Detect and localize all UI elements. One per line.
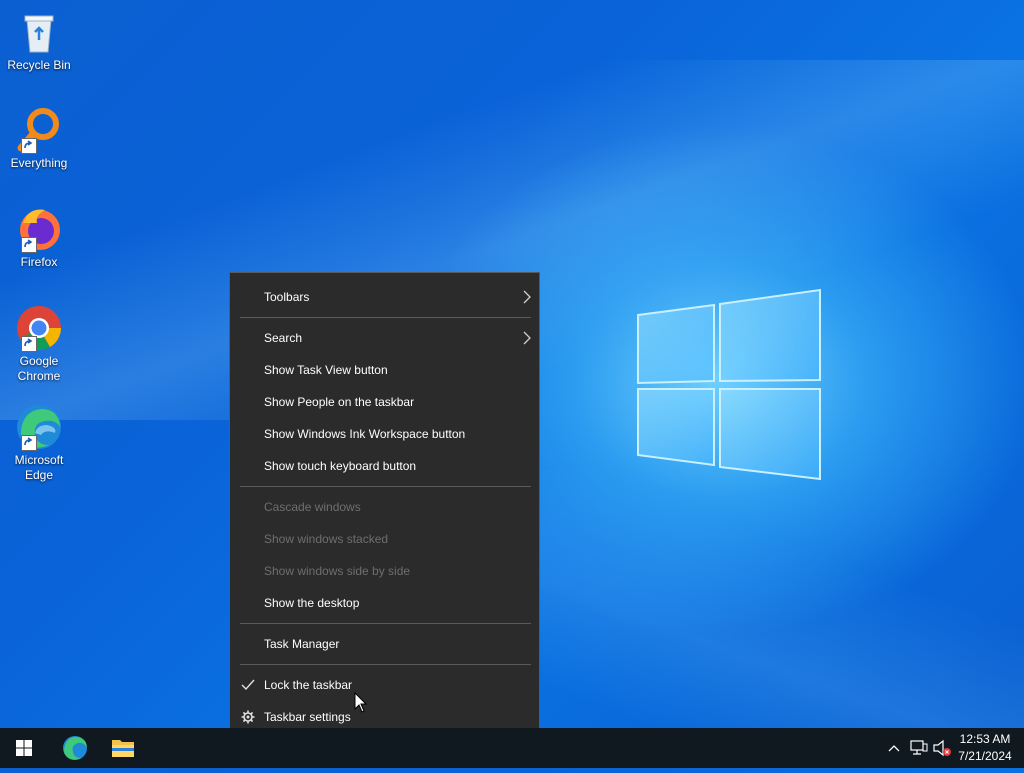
desktop-icon-label: Microsoft [14, 453, 64, 467]
menu-separator [240, 317, 531, 318]
menu-item-show-people[interactable]: Show People on the taskbar [230, 386, 539, 418]
recycle-bin-icon [15, 8, 63, 56]
menu-item-show-task-view-button[interactable]: Show Task View button [230, 354, 539, 386]
menu-item-show-touch-keyboard[interactable]: Show touch keyboard button [230, 450, 539, 482]
windows-logo-wallpaper [637, 288, 821, 481]
shortcut-arrow-icon [21, 138, 37, 154]
desktop-icon-label: Chrome [17, 369, 61, 383]
menu-item-show-the-desktop[interactable]: Show the desktop [230, 587, 539, 619]
desktop-icon-everything[interactable]: Everything [4, 106, 74, 171]
desktop-icon-label: Google [19, 354, 59, 368]
menu-item-show-windows-side-by-side: Show windows side by side [264, 564, 411, 578]
shortcut-arrow-icon [21, 237, 37, 253]
menu-separator [240, 486, 531, 487]
desktop-icon-label: Firefox [20, 255, 58, 269]
menu-item-task-manager[interactable]: Task Manager [230, 628, 539, 660]
desktop-icon-label: Edge [24, 468, 54, 482]
chrome-icon [15, 304, 63, 352]
desktop-icon-recycle-bin[interactable]: Recycle Bin [4, 8, 74, 73]
taskbar: 12:53 AM 7/21/2024 [0, 728, 1024, 768]
menu-item-cascade-windows: Cascade windows [264, 500, 361, 514]
taskbar-file-explorer-button[interactable] [99, 728, 147, 768]
network-icon [910, 740, 928, 755]
clock-time: 12:53 AM [959, 732, 1011, 746]
mouse-cursor-icon [354, 692, 368, 713]
start-button[interactable] [0, 728, 48, 768]
file-explorer-icon [112, 740, 134, 757]
edge-icon [63, 736, 87, 760]
desktop-icon-firefox[interactable]: Firefox [4, 205, 74, 270]
chevron-up-icon [888, 745, 900, 752]
start-icon [16, 740, 32, 756]
menu-item-show-windows-ink[interactable]: Show Windows Ink Workspace button [230, 418, 539, 450]
desktop-icon-label: Everything [10, 156, 68, 170]
checkmark-icon [241, 679, 255, 691]
everything-search-icon [15, 106, 63, 154]
taskbar-context-menu: Toolbars Search Show Task View button Sh… [229, 272, 540, 740]
gear-icon [241, 710, 255, 724]
chevron-right-icon [523, 331, 531, 345]
chevron-right-icon [523, 290, 531, 304]
taskbar-clock[interactable]: 12:53 AM 7/21/2024 [950, 731, 1020, 765]
menu-item-lock-the-taskbar[interactable]: Lock the taskbar [230, 669, 539, 701]
desktop-icon-microsoft-edge[interactable]: Microsoft Edge [4, 403, 74, 483]
network-button[interactable] [906, 728, 930, 768]
edge-icon [15, 403, 63, 451]
clock-date: 7/21/2024 [958, 749, 1012, 763]
menu-item-show-windows-stacked: Show windows stacked [264, 532, 389, 546]
menu-item-toolbars[interactable]: Toolbars [230, 281, 539, 313]
menu-separator [240, 623, 531, 624]
show-hidden-icons-button[interactable] [884, 728, 904, 768]
shortcut-arrow-icon [21, 336, 37, 352]
menu-separator [240, 664, 531, 665]
desktop-icon-label: Recycle Bin [7, 58, 71, 72]
menu-item-search[interactable]: Search [230, 322, 539, 354]
desktop-icon-google-chrome[interactable]: Google Chrome [4, 304, 74, 384]
firefox-icon [15, 205, 63, 253]
taskbar-edge-button[interactable] [51, 728, 99, 768]
shortcut-arrow-icon [21, 435, 37, 451]
